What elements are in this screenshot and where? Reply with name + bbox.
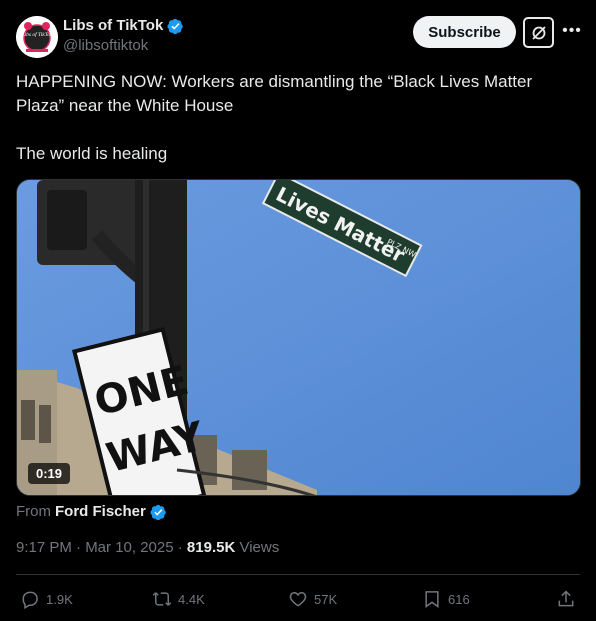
- video-source-prefix: From: [16, 503, 51, 520]
- tweet-text: HAPPENING NOW: Workers are dismantling t…: [16, 70, 576, 166]
- video-frame: Lives Matter PLZ NW ONE WAY: [17, 180, 580, 495]
- tweet-header: Libs of TikTok Libs of TikTok @libsoftik…: [16, 12, 582, 60]
- author-display-name[interactable]: Libs of TikTok: [63, 16, 184, 36]
- views-count: 819.5K: [186, 539, 236, 556]
- heart-icon: [289, 591, 307, 607]
- bookmark-icon: [425, 591, 439, 608]
- video-duration: 0:19: [28, 463, 71, 484]
- video-source: From Ford Fischer: [16, 502, 167, 522]
- avatar-logo-text: Libs of TikTok: [21, 31, 54, 38]
- tweet-text-line-2: The world is healing: [16, 144, 168, 163]
- verified-badge-icon: [167, 18, 184, 34]
- avatar-logo-icon: Libs of TikTok: [16, 16, 58, 58]
- author-handle[interactable]: @libsoftiktok: [63, 36, 184, 56]
- grok-button[interactable]: [523, 17, 554, 48]
- avatar[interactable]: Libs of TikTok: [16, 16, 58, 58]
- reply-button[interactable]: 1.9K: [20, 587, 73, 611]
- repost-icon: [152, 592, 172, 606]
- tweet-timestamp[interactable]: 9:17 PM · Mar 10, 2025 ·: [16, 539, 187, 556]
- like-button[interactable]: 57K: [288, 587, 337, 611]
- grok-icon: [531, 25, 546, 40]
- tweet-text-line-1: HAPPENING NOW: Workers are dismantling t…: [16, 72, 533, 115]
- views-label: Views: [235, 539, 280, 556]
- tweet-meta: 9:17 PM · Mar 10, 2025 · 819.5K Views: [16, 538, 279, 558]
- video-source-name[interactable]: Ford Fischer: [55, 502, 146, 522]
- like-count: 57K: [314, 591, 338, 607]
- more-button[interactable]: •••: [562, 21, 582, 41]
- bookmark-count: 616: [448, 591, 470, 607]
- reply-count: 1.9K: [46, 591, 73, 607]
- author-name-block: Libs of TikTok @libsoftiktok: [63, 16, 184, 56]
- share-button[interactable]: [556, 587, 576, 611]
- bookmark-button[interactable]: 616: [422, 587, 470, 611]
- subscribe-button[interactable]: Subscribe: [413, 16, 516, 48]
- repost-button[interactable]: 4.4K: [152, 587, 205, 611]
- divider: [16, 574, 580, 575]
- repost-count: 4.4K: [178, 591, 205, 607]
- author-display-name-text[interactable]: Libs of TikTok: [63, 16, 163, 36]
- verified-badge-icon: [150, 504, 166, 520]
- more-icon: •••: [562, 22, 582, 39]
- share-icon: [558, 590, 574, 607]
- tweet-video[interactable]: Lives Matter PLZ NW ONE WAY 0:19: [16, 179, 581, 496]
- reply-icon: [22, 591, 38, 609]
- action-bar: 1.9K 4.4K 57K 616: [16, 587, 580, 611]
